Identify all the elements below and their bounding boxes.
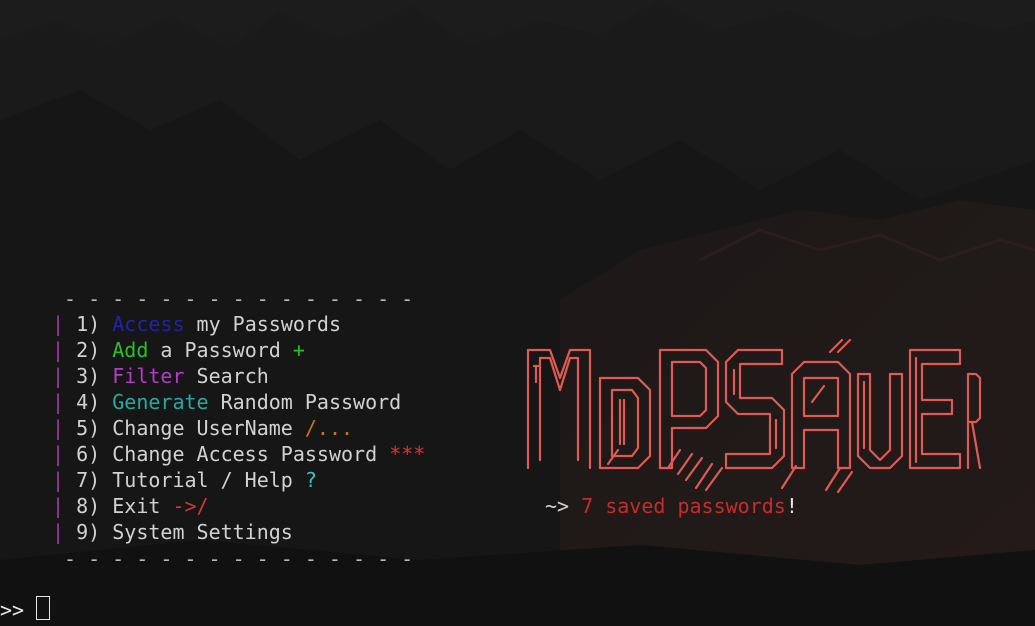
menu-label: Change Access Password	[112, 442, 390, 466]
menu-item-8[interactable]: | 8) Exit ->/	[52, 493, 209, 519]
command-prompt: >>	[0, 598, 37, 622]
menu-bar: |	[52, 468, 65, 492]
mdpsaver-logo	[526, 338, 982, 494]
menu-label: System Settings	[112, 520, 293, 544]
status-exclamation: !	[785, 494, 798, 518]
menu-keyword: Add	[112, 338, 149, 362]
saved-passwords-status: ~> 7 saved passwords!	[545, 493, 798, 519]
menu-number: 2)	[76, 338, 101, 362]
menu-number: 1)	[76, 312, 101, 336]
menu-bar: |	[52, 416, 65, 440]
menu-bar: |	[52, 494, 65, 518]
status-arrow: ~>	[545, 494, 582, 518]
menu-label: Random Password	[208, 390, 402, 414]
menu-number: 5)	[76, 416, 101, 440]
menu-bar: |	[52, 364, 65, 388]
menu-label: Change UserName	[112, 416, 305, 440]
menu-keyword: Generate	[112, 390, 209, 414]
menu-item-7[interactable]: | 7) Tutorial / Help ?	[52, 467, 317, 493]
menu-label: a Password	[148, 338, 293, 362]
menu-number: 8)	[76, 494, 101, 518]
menu-label: Exit	[112, 494, 173, 518]
menu-bar: |	[52, 390, 65, 414]
input-cursor[interactable]	[36, 596, 50, 620]
menu-suffix: ***	[389, 442, 426, 466]
menu-number: 9)	[76, 520, 101, 544]
menu-item-9[interactable]: | 9) System Settings	[52, 519, 293, 545]
menu-item-2[interactable]: | 2) Add a Password +	[52, 337, 305, 363]
menu-label: my Passwords	[184, 312, 342, 336]
menu-number: 4)	[76, 390, 101, 414]
menu-label: Tutorial / Help	[112, 468, 305, 492]
bottom-divider: - - - - - - - - - - - - - - -	[64, 547, 414, 571]
menu-item-5[interactable]: | 5) Change UserName /...	[52, 415, 353, 441]
menu-suffix: ?	[304, 468, 317, 492]
menu-item-1[interactable]: | 1) Access my Passwords	[52, 311, 341, 337]
top-divider: - - - - - - - - - - - - - - -	[64, 287, 414, 311]
menu-number: 7)	[76, 468, 101, 492]
menu-label: Search	[184, 364, 269, 388]
menu-suffix: /...	[304, 416, 354, 440]
menu-suffix: ->/	[172, 494, 209, 518]
menu-bar: |	[52, 338, 65, 362]
menu-bar: |	[52, 520, 65, 544]
menu-item-6[interactable]: | 6) Change Access Password ***	[52, 441, 425, 467]
menu-item-3[interactable]: | 3) Filter Search	[52, 363, 269, 389]
menu-item-4[interactable]: | 4) Generate Random Password	[52, 389, 401, 415]
menu-keyword: Access	[112, 312, 185, 336]
saved-count: 7 saved passwords	[581, 494, 786, 518]
menu-bar: |	[52, 442, 65, 466]
menu-number: 3)	[76, 364, 101, 388]
menu-number: 6)	[76, 442, 101, 466]
menu-suffix: +	[292, 338, 305, 362]
menu-bar: |	[52, 312, 65, 336]
menu-keyword: Filter	[112, 364, 185, 388]
